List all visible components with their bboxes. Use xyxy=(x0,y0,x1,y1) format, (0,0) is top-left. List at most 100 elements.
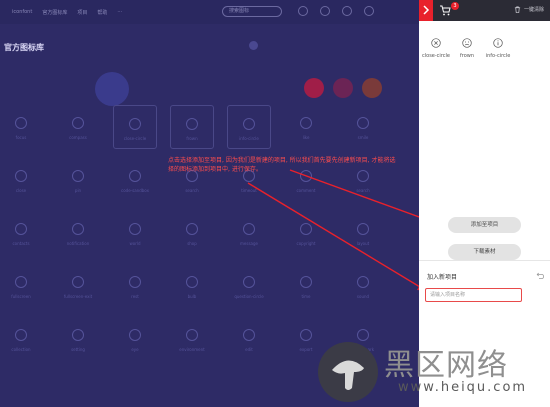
grid-icon-cell[interactable]: smile xyxy=(341,105,385,149)
grid-icon-cell[interactable]: question-circle xyxy=(227,264,271,308)
grid-icon-cell[interactable]: rest xyxy=(113,264,157,308)
world-icon xyxy=(129,223,141,235)
like-icon xyxy=(300,117,312,129)
fullscreen-exit-icon xyxy=(72,276,84,288)
nav-more[interactable]: ··· xyxy=(117,9,122,15)
grid-icon-label: question-circle xyxy=(234,294,264,299)
copyright-icon xyxy=(300,223,312,235)
user-icon[interactable] xyxy=(342,6,352,16)
grid-icon-cell[interactable]: compass xyxy=(56,105,100,149)
nav-help[interactable]: 帮助 xyxy=(97,9,107,16)
grid-icon-cell[interactable]: like xyxy=(284,105,328,149)
grid-icon-cell[interactable]: eye xyxy=(113,317,157,361)
grid-icon-cell[interactable]: copyright xyxy=(284,211,328,255)
grid-icon-cell[interactable]: setting xyxy=(56,317,100,361)
eye-icon xyxy=(129,329,141,341)
grid-icon-cell[interactable]: bulb xyxy=(170,264,214,308)
grid-icon-label: comment xyxy=(296,188,316,193)
grid-icon-label: eye xyxy=(131,347,139,352)
grid-icon-cell[interactable]: message xyxy=(227,211,271,255)
clear-all-label: 一键清除 xyxy=(523,7,544,13)
grid-icon-label: frown xyxy=(186,136,198,141)
grid-icon-cell[interactable]: sound xyxy=(341,264,385,308)
notification-icon xyxy=(72,223,84,235)
trash-icon xyxy=(514,6,521,13)
grid-icon-cell[interactable]: environment xyxy=(170,317,214,361)
edit-icon xyxy=(243,329,255,341)
selected-item-label: info-circle xyxy=(485,53,511,59)
grid-icon-label: edit xyxy=(245,347,253,352)
grid-icon-label: contacts xyxy=(12,241,30,246)
grid-icon-cell[interactable]: shop xyxy=(170,211,214,255)
grid-icon-cell[interactable]: frown xyxy=(170,105,214,149)
grid-icon-cell[interactable]: world xyxy=(113,211,157,255)
grid-icon-cell[interactable]: edit xyxy=(227,317,271,361)
grid-icon-cell[interactable]: fullscreen xyxy=(0,264,43,308)
grid-icon-label: sound xyxy=(356,294,370,299)
selected-item-info-circle[interactable]: info-circle xyxy=(481,38,515,59)
compass-icon xyxy=(72,117,84,129)
close-circle-icon xyxy=(431,38,441,48)
grid-icon-cell[interactable]: collection xyxy=(0,317,43,361)
grid-icon-label: search xyxy=(356,188,370,193)
contacts-icon xyxy=(15,223,27,235)
grid-icon-cell[interactable]: info-circle xyxy=(227,105,271,149)
bg-info-icon[interactable] xyxy=(362,78,382,98)
new-project-name-input[interactable] xyxy=(425,288,522,302)
clear-all-button[interactable]: 一键清除 xyxy=(514,6,544,13)
grid-icon-cell[interactable]: contacts xyxy=(0,211,43,255)
grid-icon-label: search xyxy=(185,188,199,193)
selected-item-close-circle[interactable]: close-circle xyxy=(419,38,453,59)
nav-projects[interactable]: 项目 xyxy=(77,9,87,16)
grid-icon-cell[interactable]: time xyxy=(284,264,328,308)
upload-icon[interactable] xyxy=(320,6,330,16)
cart-icon-nav[interactable] xyxy=(364,6,374,16)
grid-icon-label: time xyxy=(301,294,311,299)
grid-icon-cell[interactable]: close-circle xyxy=(113,105,157,149)
back-icon[interactable] xyxy=(536,272,544,279)
grid-icon-label: collection xyxy=(11,347,31,352)
question-circle-icon xyxy=(243,276,255,288)
nav-logo[interactable]: iconfont xyxy=(12,9,32,15)
bg-share-icon[interactable] xyxy=(333,78,353,98)
grid-icon-label: message xyxy=(240,241,258,246)
shop-icon xyxy=(186,223,198,235)
selected-item-frown[interactable]: frown xyxy=(450,38,484,59)
grid-icon-cell[interactable]: layout xyxy=(341,211,385,255)
grid-icon-cell[interactable]: notification xyxy=(56,211,100,255)
bg-action-icon[interactable] xyxy=(304,78,324,98)
smile-icon xyxy=(357,117,369,129)
close-circle-icon xyxy=(129,118,141,130)
grid-icon-label: like xyxy=(302,135,310,140)
close-icon xyxy=(15,170,27,182)
page-title: 官方图标库 xyxy=(4,43,44,52)
search-input[interactable]: 搜索图标 xyxy=(222,6,282,17)
grid-icon-label: bulb xyxy=(187,294,197,299)
message-icon xyxy=(243,223,255,235)
grid-icon-label: layout xyxy=(356,241,370,246)
fullscreen-icon xyxy=(15,276,27,288)
grid-icon-label: focus xyxy=(15,135,27,140)
add-to-project-button[interactable]: 添加至项目 xyxy=(448,217,521,233)
divider xyxy=(419,260,550,261)
grid-icon-label: notification xyxy=(66,241,90,246)
grid-icon-label: fullscreen-exit xyxy=(63,294,93,299)
selected-item-label: close-circle xyxy=(422,53,450,59)
collapse-panel-button[interactable] xyxy=(419,0,433,21)
grid-icon-cell[interactable]: close xyxy=(0,158,43,202)
grid-icon-cell[interactable]: code-sandbox xyxy=(113,158,157,202)
download-button[interactable]: 下载素材 xyxy=(448,244,521,260)
nav-official-library[interactable]: 官方图标库 xyxy=(42,9,67,16)
frown-icon xyxy=(186,118,198,130)
grid-icon-cell[interactable]: fullscreen-exit xyxy=(56,264,100,308)
bulb-icon xyxy=(186,276,198,288)
grid-icon-label: smile xyxy=(357,135,369,140)
time-icon xyxy=(300,276,312,288)
annotation-text: 点击选择添加至项目, 因为我们是新建的项目, 所以我们首先要先创建新项目, 才能… xyxy=(168,157,396,173)
info-circle-icon xyxy=(493,38,503,48)
rest-icon xyxy=(129,276,141,288)
grid-icon-cell[interactable]: focus xyxy=(0,105,43,149)
globe-icon[interactable] xyxy=(298,6,308,16)
grid-icon-label: world xyxy=(129,241,141,246)
grid-icon-cell[interactable]: pin xyxy=(56,158,100,202)
